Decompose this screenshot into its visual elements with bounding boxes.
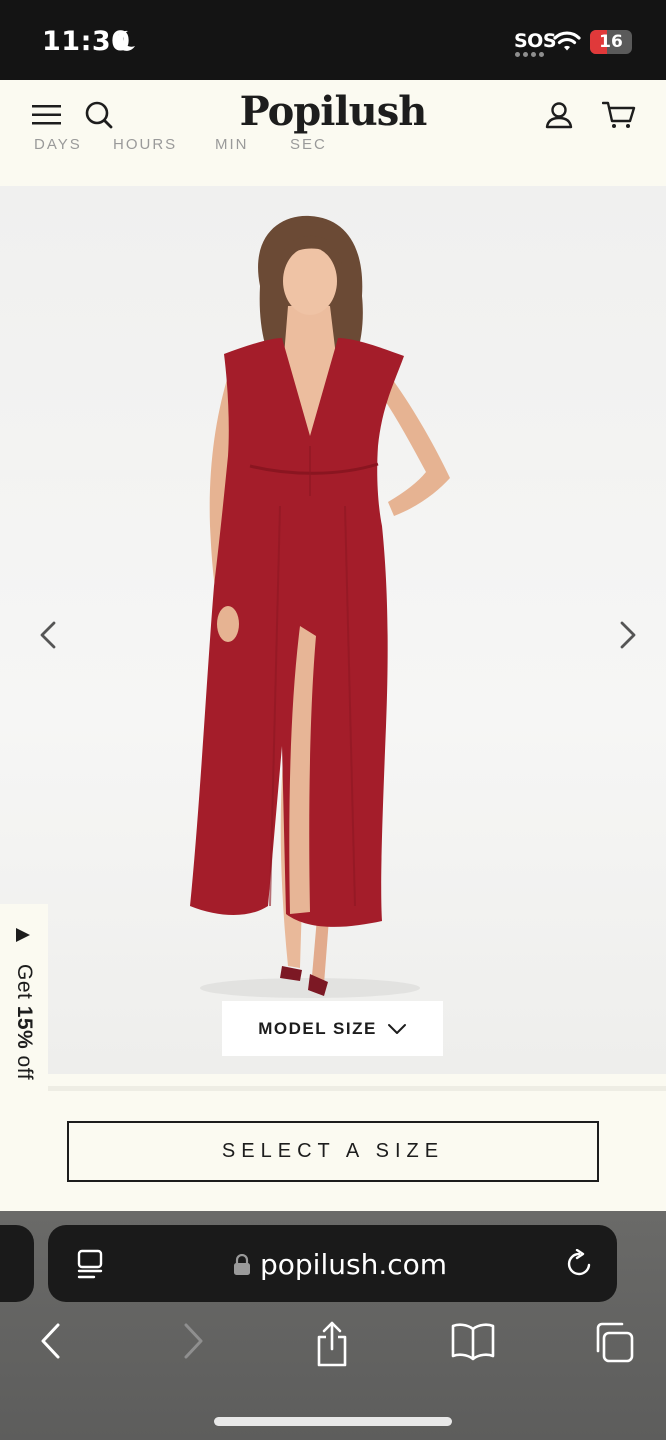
model-size-label: MODEL SIZE bbox=[258, 1018, 377, 1038]
countdown-min: MIN bbox=[215, 136, 249, 153]
divider bbox=[48, 1086, 666, 1091]
battery-indicator: 16 bbox=[590, 30, 632, 54]
forward-icon[interactable] bbox=[182, 1321, 206, 1366]
browser-nav-toolbar bbox=[0, 1321, 666, 1371]
tabs-icon[interactable] bbox=[592, 1321, 636, 1368]
product-gallery[interactable]: MODEL SIZE bbox=[0, 186, 666, 1074]
previous-tab-card[interactable] bbox=[0, 1225, 34, 1302]
countdown-labels: DAYS HOURS MIN SEC bbox=[0, 136, 666, 156]
model-size-button[interactable]: MODEL SIZE bbox=[222, 1001, 443, 1056]
battery-level: 16 bbox=[599, 32, 623, 52]
share-icon[interactable] bbox=[314, 1321, 350, 1372]
sos-indicator: SOS bbox=[514, 30, 557, 52]
browser-toolbar: popilush.com bbox=[0, 1211, 666, 1440]
back-icon[interactable] bbox=[38, 1321, 62, 1366]
chevron-left-icon[interactable] bbox=[36, 620, 62, 650]
chevron-right-icon[interactable] bbox=[614, 620, 640, 650]
discount-tab[interactable]: Get 15% off bbox=[0, 904, 48, 1126]
reload-icon[interactable] bbox=[564, 1249, 594, 1279]
home-indicator[interactable] bbox=[214, 1417, 452, 1426]
chevron-down-icon bbox=[387, 1023, 406, 1034]
countdown-days: DAYS bbox=[34, 136, 82, 153]
discount-text: Get 15% off bbox=[13, 964, 36, 1081]
lock-icon bbox=[234, 1254, 250, 1275]
moon-icon bbox=[116, 30, 135, 51]
url-text: popilush.com bbox=[260, 1248, 448, 1281]
play-arrow-icon bbox=[16, 928, 30, 942]
countdown-sec: SEC bbox=[290, 136, 327, 153]
select-size-button[interactable]: SELECT A SIZE bbox=[67, 1121, 599, 1182]
account-icon[interactable] bbox=[544, 100, 574, 130]
signal-dots bbox=[515, 52, 544, 57]
page-menu-icon[interactable] bbox=[76, 1249, 106, 1281]
site-header: Popilush DAYS HOURS MIN SEC bbox=[0, 80, 666, 186]
countdown-hours: HOURS bbox=[113, 136, 178, 153]
cart-icon[interactable] bbox=[602, 100, 636, 130]
address-bar[interactable]: popilush.com bbox=[48, 1225, 617, 1302]
status-bar: 11:30 SOS 16 bbox=[0, 0, 666, 80]
bookmarks-icon[interactable] bbox=[450, 1321, 496, 1366]
wifi-icon bbox=[553, 31, 581, 51]
product-photo bbox=[190, 215, 450, 998]
